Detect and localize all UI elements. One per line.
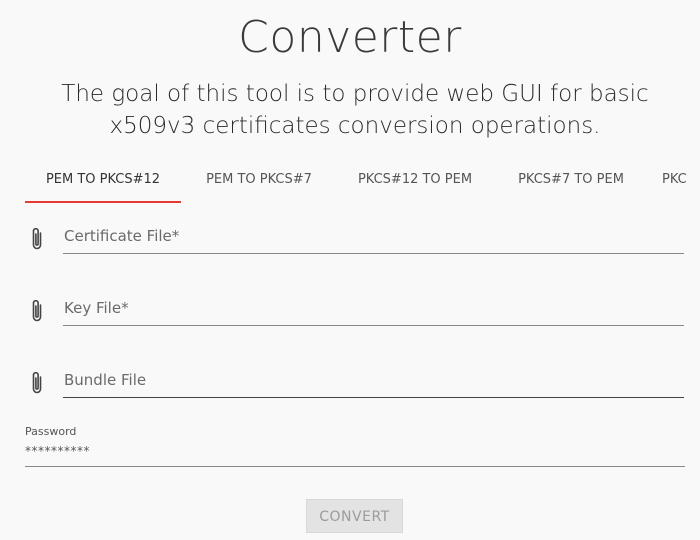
tab-pkcs7-to-pem[interactable]: PKCS#7 TO PEM [493,160,649,201]
page-subtitle: The goal of this tool is to provide web … [61,81,649,139]
certificate-file-row: Certificate File* [25,218,685,258]
bundle-file-row: Bundle File [25,362,685,402]
password-label: Password [25,425,77,438]
tab-pem-to-pkcs7[interactable]: PEM TO PKCS#7 [181,160,337,201]
password-field[interactable]: ********** [25,442,685,467]
key-file-input[interactable]: Key File* [63,290,684,326]
paperclip-icon [29,226,45,252]
paperclip-icon [29,298,45,324]
convert-button[interactable]: CONVERT [306,499,403,533]
page-title: Converter [238,12,462,63]
converter-page: Converter The goal of this tool is to pr… [0,0,700,540]
conversion-tabs: PEM TO PKCS#12 PEM TO PKCS#7 PKCS#12 TO … [25,160,700,204]
tab-pem-to-pkcs12[interactable]: PEM TO PKCS#12 [25,160,181,203]
tab-overflow[interactable]: PKC [649,160,700,201]
key-file-row: Key File* [25,290,685,330]
certificate-file-input[interactable]: Certificate File* [63,218,684,254]
tab-pkcs12-to-pem[interactable]: PKCS#12 TO PEM [337,160,493,201]
paperclip-icon [29,370,45,396]
bundle-file-input[interactable]: Bundle File [63,362,684,398]
